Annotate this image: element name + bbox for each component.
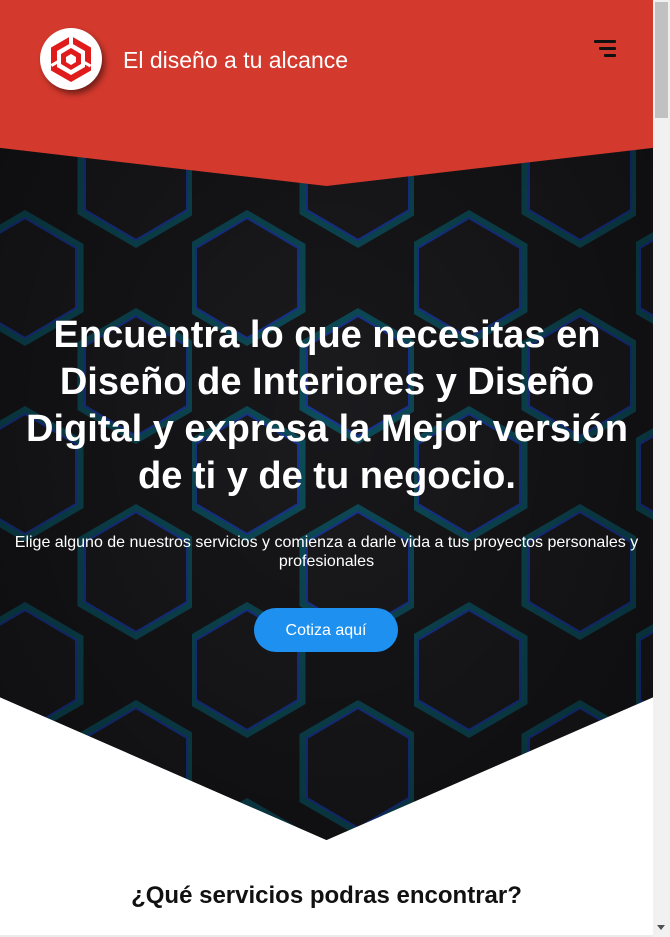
services-heading: ¿Qué servicios podras encontrar? <box>131 882 522 909</box>
page: Encuentra lo que necesitas en Diseño de … <box>0 0 653 937</box>
logo[interactable] <box>40 28 102 90</box>
hexagon-logo-icon <box>50 36 92 82</box>
scroll-down-arrow-icon[interactable] <box>657 925 665 930</box>
hero-title: Encuentra lo que necesitas en Diseño de … <box>26 314 628 497</box>
brand-name[interactable]: El diseño a tu alcance <box>123 45 348 75</box>
cotiza-button[interactable]: Cotiza aquí <box>254 608 398 652</box>
menu-icon <box>594 40 616 57</box>
menu-button[interactable] <box>590 38 618 60</box>
scrollbar-thumb[interactable] <box>655 2 668 118</box>
vertical-scrollbar[interactable] <box>653 0 670 937</box>
site-header: El diseño a tu alcance <box>0 0 653 186</box>
hero-subtitle: Elige alguno de nuestros servicios y com… <box>14 534 639 570</box>
